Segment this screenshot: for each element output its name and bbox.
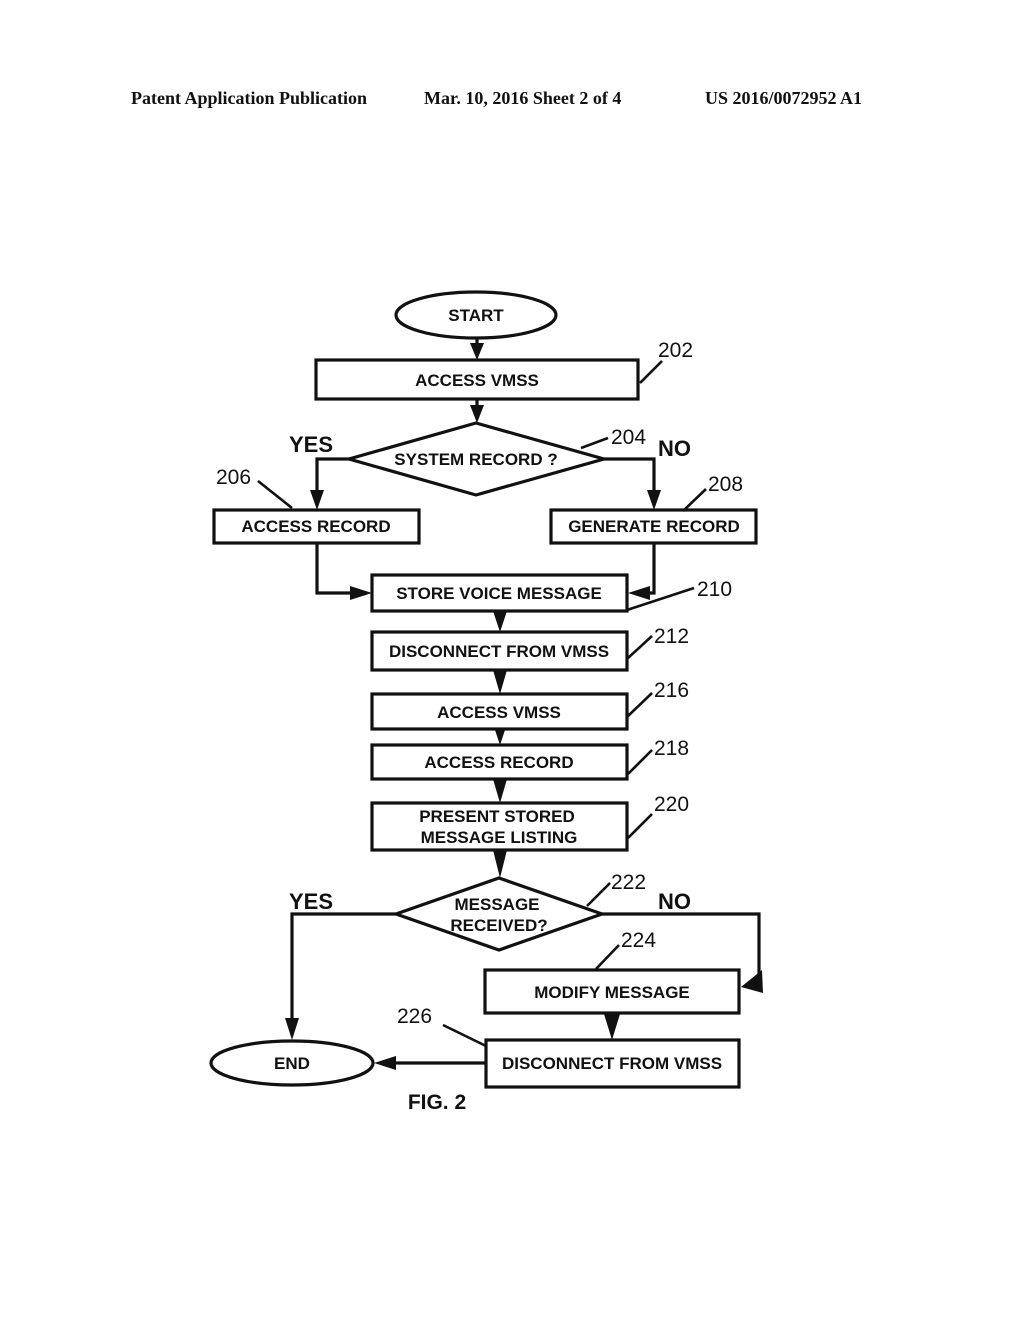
edge-208-210 bbox=[642, 543, 656, 595]
leader-line bbox=[627, 692, 653, 717]
node-label: DISCONNECT FROM VMSS bbox=[502, 1054, 722, 1073]
ref-210: 210 bbox=[697, 578, 732, 601]
figure-caption: FIG. 2 bbox=[408, 1091, 466, 1114]
leader-line bbox=[442, 1023, 487, 1048]
leader-line bbox=[580, 436, 609, 450]
arrowhead bbox=[470, 343, 484, 360]
node-label: STORE VOICE MESSAGE bbox=[396, 584, 602, 603]
node-216: ACCESS VMSS bbox=[370, 692, 629, 731]
ref-218: 218 bbox=[654, 737, 689, 760]
node-label: GENERATE RECORD bbox=[568, 517, 740, 536]
node-204: SYSTEM RECORD ? bbox=[343, 421, 610, 497]
node-220: PRESENT STORED MESSAGE LISTING bbox=[370, 801, 629, 852]
flowchart: START ACCESS VMSS SYSTEM RECORD ? ACCESS… bbox=[209, 290, 763, 1114]
branch-label-204-no: NO bbox=[658, 436, 691, 461]
node-label-line1: PRESENT STORED bbox=[419, 807, 575, 826]
ref-206: 206 bbox=[216, 466, 251, 489]
branch-label-222-no: NO bbox=[658, 889, 691, 914]
node-end: END bbox=[209, 1039, 375, 1087]
leader-line bbox=[586, 882, 611, 907]
node-label: ACCESS VMSS bbox=[415, 371, 539, 390]
node-226: DISCONNECT FROM VMSS bbox=[484, 1038, 741, 1089]
edge-204-208 bbox=[604, 457, 656, 495]
arrowhead bbox=[493, 850, 507, 878]
node-212: DISCONNECT FROM VMSS bbox=[370, 630, 629, 672]
leader-line bbox=[627, 813, 653, 839]
leader-line bbox=[627, 635, 653, 659]
leader-line bbox=[257, 479, 293, 510]
node-222: MESSAGE RECEIVED? bbox=[391, 876, 607, 952]
leader-line bbox=[595, 944, 620, 970]
arrowhead bbox=[350, 586, 372, 600]
node-206: ACCESS RECORD bbox=[212, 508, 421, 545]
node-label: SYSTEM RECORD ? bbox=[394, 450, 557, 469]
node-224: MODIFY MESSAGE bbox=[483, 968, 741, 1015]
node-label-line1: MESSAGE bbox=[454, 895, 539, 914]
arrowhead bbox=[604, 1014, 620, 1040]
node-label-line2: RECEIVED? bbox=[450, 916, 547, 935]
leader-line bbox=[682, 488, 707, 512]
branch-label-222-yes: YES bbox=[289, 889, 333, 914]
node-label: ACCESS RECORD bbox=[424, 753, 573, 772]
arrowhead bbox=[647, 490, 661, 510]
node-label: MODIFY MESSAGE bbox=[534, 983, 690, 1002]
node-218: ACCESS RECORD bbox=[370, 743, 629, 781]
node-210: STORE VOICE MESSAGE bbox=[370, 573, 629, 613]
arrowhead bbox=[493, 670, 507, 694]
ref-204: 204 bbox=[611, 426, 646, 449]
node-label: END bbox=[274, 1054, 310, 1073]
branch-label-204-yes: YES bbox=[289, 432, 333, 457]
edge-206-210 bbox=[315, 543, 355, 595]
node-label: DISCONNECT FROM VMSS bbox=[389, 642, 609, 661]
arrowhead bbox=[470, 405, 484, 423]
leader-line bbox=[639, 360, 663, 384]
arrowhead bbox=[741, 970, 763, 993]
ref-212: 212 bbox=[654, 625, 689, 648]
arrowhead bbox=[493, 611, 507, 632]
node-start: START bbox=[394, 290, 558, 340]
arrowhead bbox=[628, 586, 650, 600]
edge-222-end bbox=[290, 912, 396, 1025]
ref-220: 220 bbox=[654, 793, 689, 816]
ref-222: 222 bbox=[611, 871, 646, 894]
node-208: GENERATE RECORD bbox=[549, 508, 758, 545]
ref-202: 202 bbox=[658, 339, 693, 362]
node-label: ACCESS VMSS bbox=[437, 703, 561, 722]
ref-226: 226 bbox=[397, 1005, 432, 1028]
edge-204-206 bbox=[315, 457, 349, 495]
node-202: ACCESS VMSS bbox=[314, 358, 640, 401]
arrowhead bbox=[285, 1018, 299, 1040]
arrowhead bbox=[310, 490, 324, 510]
ref-208: 208 bbox=[708, 473, 743, 496]
node-label: ACCESS RECORD bbox=[241, 517, 390, 536]
ref-216: 216 bbox=[654, 679, 689, 702]
arrowhead bbox=[374, 1056, 396, 1070]
node-label-line2: MESSAGE LISTING bbox=[421, 828, 578, 847]
node-label: START bbox=[448, 306, 504, 325]
leader-line bbox=[627, 749, 653, 775]
arrowhead bbox=[493, 779, 507, 803]
decision-shape bbox=[391, 876, 607, 952]
ref-224: 224 bbox=[621, 929, 656, 952]
